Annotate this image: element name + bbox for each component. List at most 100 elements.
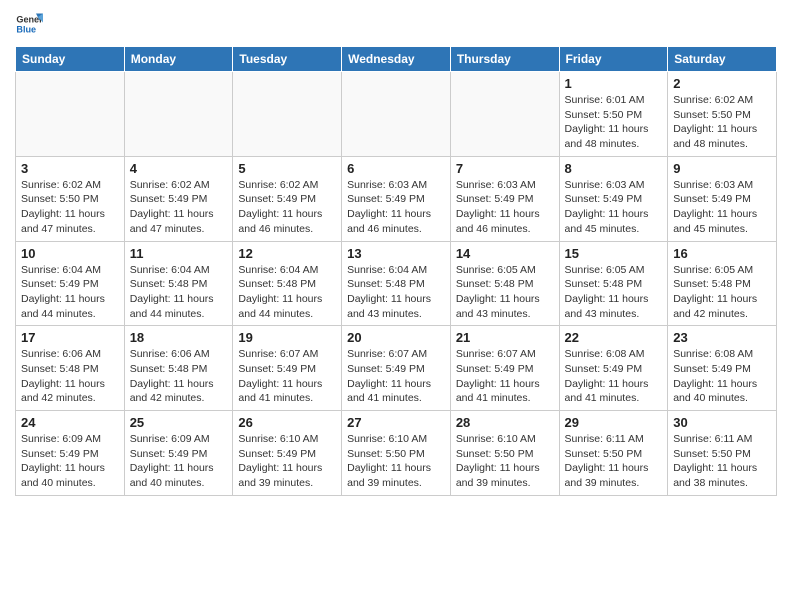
day-number: 29: [565, 415, 663, 430]
day-number: 28: [456, 415, 554, 430]
svg-text:Blue: Blue: [16, 24, 36, 34]
logo-icon: General Blue: [15, 10, 43, 38]
day-number: 24: [21, 415, 119, 430]
calendar-cell: [124, 72, 233, 157]
week-row-4: 17 Sunrise: 6:06 AMSunset: 5:48 PMDayligh…: [16, 326, 777, 411]
day-info: Sunrise: 6:10 AMSunset: 5:50 PMDaylight:…: [347, 432, 445, 491]
calendar-cell: 28 Sunrise: 6:10 AMSunset: 5:50 PMDayligh…: [450, 411, 559, 496]
day-info: Sunrise: 6:10 AMSunset: 5:50 PMDaylight:…: [456, 432, 554, 491]
day-info: Sunrise: 6:11 AMSunset: 5:50 PMDaylight:…: [565, 432, 663, 491]
day-number: 16: [673, 246, 771, 261]
calendar-cell: 14 Sunrise: 6:05 AMSunset: 5:48 PMDayligh…: [450, 241, 559, 326]
day-number: 27: [347, 415, 445, 430]
day-info: Sunrise: 6:04 AMSunset: 5:48 PMDaylight:…: [130, 263, 228, 322]
calendar-cell: 24 Sunrise: 6:09 AMSunset: 5:49 PMDayligh…: [16, 411, 125, 496]
day-number: 14: [456, 246, 554, 261]
calendar-cell: 12 Sunrise: 6:04 AMSunset: 5:48 PMDayligh…: [233, 241, 342, 326]
calendar-cell: 21Sunrise: 6:07 AMSunset: 5:49 PMDayligh…: [450, 326, 559, 411]
day-info: Sunrise: 6:02 AMSunset: 5:50 PMDaylight:…: [673, 93, 771, 152]
calendar-cell: 10 Sunrise: 6:04 AMSunset: 5:49 PMDayligh…: [16, 241, 125, 326]
calendar-cell: 11Sunrise: 6:04 AMSunset: 5:48 PMDayligh…: [124, 241, 233, 326]
day-info: Sunrise: 6:05 AMSunset: 5:48 PMDaylight:…: [456, 263, 554, 322]
weekday-header-friday: Friday: [559, 47, 668, 72]
day-info: Sunrise: 6:11 AMSunset: 5:50 PMDaylight:…: [673, 432, 771, 491]
day-info: Sunrise: 6:03 AMSunset: 5:49 PMDaylight:…: [347, 178, 445, 237]
day-number: 9: [673, 161, 771, 176]
day-info: Sunrise: 6:06 AMSunset: 5:48 PMDaylight:…: [21, 347, 119, 406]
day-number: 21: [456, 330, 554, 345]
calendar-cell: [342, 72, 451, 157]
weekday-header-sunday: Sunday: [16, 47, 125, 72]
week-row-1: 1 Sunrise: 6:01 AMSunset: 5:50 PMDaylight…: [16, 72, 777, 157]
weekday-header-row: SundayMondayTuesdayWednesdayThursdayFrid…: [16, 47, 777, 72]
day-number: 15: [565, 246, 663, 261]
calendar-cell: 2 Sunrise: 6:02 AMSunset: 5:50 PMDaylight…: [668, 72, 777, 157]
calendar-cell: 30 Sunrise: 6:11 AMSunset: 5:50 PMDayligh…: [668, 411, 777, 496]
header: General Blue: [15, 10, 777, 38]
day-number: 10: [21, 246, 119, 261]
day-info: Sunrise: 6:04 AMSunset: 5:48 PMDaylight:…: [347, 263, 445, 322]
day-number: 1: [565, 76, 663, 91]
day-number: 30: [673, 415, 771, 430]
calendar-cell: [450, 72, 559, 157]
day-info: Sunrise: 6:05 AMSunset: 5:48 PMDaylight:…: [673, 263, 771, 322]
day-number: 12: [238, 246, 336, 261]
calendar-cell: 8Sunrise: 6:03 AMSunset: 5:49 PMDaylight…: [559, 156, 668, 241]
calendar-cell: 19 Sunrise: 6:07 AMSunset: 5:49 PMDayligh…: [233, 326, 342, 411]
day-info: Sunrise: 6:07 AMSunset: 5:49 PMDaylight:…: [238, 347, 336, 406]
calendar-cell: 4 Sunrise: 6:02 AMSunset: 5:49 PMDaylight…: [124, 156, 233, 241]
weekday-header-saturday: Saturday: [668, 47, 777, 72]
day-number: 13: [347, 246, 445, 261]
page: General Blue SundayMondayTuesdayWednesda…: [0, 0, 792, 506]
day-info: Sunrise: 6:04 AMSunset: 5:48 PMDaylight:…: [238, 263, 336, 322]
day-number: 6: [347, 161, 445, 176]
day-number: 20: [347, 330, 445, 345]
day-number: 7: [456, 161, 554, 176]
day-number: 8: [565, 161, 663, 176]
calendar-cell: 23 Sunrise: 6:08 AMSunset: 5:49 PMDayligh…: [668, 326, 777, 411]
week-row-3: 10 Sunrise: 6:04 AMSunset: 5:49 PMDayligh…: [16, 241, 777, 326]
calendar-cell: 3Sunrise: 6:02 AMSunset: 5:50 PMDaylight…: [16, 156, 125, 241]
weekday-header-tuesday: Tuesday: [233, 47, 342, 72]
day-info: Sunrise: 6:10 AMSunset: 5:49 PMDaylight:…: [238, 432, 336, 491]
calendar-cell: 25 Sunrise: 6:09 AMSunset: 5:49 PMDayligh…: [124, 411, 233, 496]
weekday-header-wednesday: Wednesday: [342, 47, 451, 72]
day-number: 26: [238, 415, 336, 430]
calendar-cell: 29 Sunrise: 6:11 AMSunset: 5:50 PMDayligh…: [559, 411, 668, 496]
day-number: 22: [565, 330, 663, 345]
day-info: Sunrise: 6:09 AMSunset: 5:49 PMDaylight:…: [130, 432, 228, 491]
week-row-2: 3Sunrise: 6:02 AMSunset: 5:50 PMDaylight…: [16, 156, 777, 241]
calendar-cell: 18 Sunrise: 6:06 AMSunset: 5:48 PMDayligh…: [124, 326, 233, 411]
calendar-cell: 1 Sunrise: 6:01 AMSunset: 5:50 PMDaylight…: [559, 72, 668, 157]
weekday-header-thursday: Thursday: [450, 47, 559, 72]
calendar-cell: [233, 72, 342, 157]
day-info: Sunrise: 6:07 AMSunset: 5:49 PMDaylight:…: [347, 347, 445, 406]
week-row-5: 24 Sunrise: 6:09 AMSunset: 5:49 PMDayligh…: [16, 411, 777, 496]
day-info: Sunrise: 6:03 AMSunset: 5:49 PMDaylight:…: [673, 178, 771, 237]
day-info: Sunrise: 6:06 AMSunset: 5:48 PMDaylight:…: [130, 347, 228, 406]
day-info: Sunrise: 6:04 AMSunset: 5:49 PMDaylight:…: [21, 263, 119, 322]
day-number: 19: [238, 330, 336, 345]
calendar-cell: 6 Sunrise: 6:03 AMSunset: 5:49 PMDaylight…: [342, 156, 451, 241]
day-number: 2: [673, 76, 771, 91]
day-number: 5: [238, 161, 336, 176]
calendar-cell: 27 Sunrise: 6:10 AMSunset: 5:50 PMDayligh…: [342, 411, 451, 496]
day-info: Sunrise: 6:08 AMSunset: 5:49 PMDaylight:…: [673, 347, 771, 406]
calendar-cell: 17 Sunrise: 6:06 AMSunset: 5:48 PMDayligh…: [16, 326, 125, 411]
day-info: Sunrise: 6:09 AMSunset: 5:49 PMDaylight:…: [21, 432, 119, 491]
day-info: Sunrise: 6:05 AMSunset: 5:48 PMDaylight:…: [565, 263, 663, 322]
calendar-cell: 20 Sunrise: 6:07 AMSunset: 5:49 PMDayligh…: [342, 326, 451, 411]
calendar-cell: 26 Sunrise: 6:10 AMSunset: 5:49 PMDayligh…: [233, 411, 342, 496]
day-info: Sunrise: 6:02 AMSunset: 5:50 PMDaylight:…: [21, 178, 119, 237]
day-number: 17: [21, 330, 119, 345]
calendar-cell: 16 Sunrise: 6:05 AMSunset: 5:48 PMDayligh…: [668, 241, 777, 326]
day-info: Sunrise: 6:02 AMSunset: 5:49 PMDaylight:…: [130, 178, 228, 237]
day-info: Sunrise: 6:01 AMSunset: 5:50 PMDaylight:…: [565, 93, 663, 152]
calendar-cell: 5Sunrise: 6:02 AMSunset: 5:49 PMDaylight…: [233, 156, 342, 241]
day-number: 18: [130, 330, 228, 345]
day-number: 4: [130, 161, 228, 176]
calendar-cell: 15 Sunrise: 6:05 AMSunset: 5:48 PMDayligh…: [559, 241, 668, 326]
day-number: 25: [130, 415, 228, 430]
day-number: 23: [673, 330, 771, 345]
logo: General Blue: [15, 10, 49, 38]
